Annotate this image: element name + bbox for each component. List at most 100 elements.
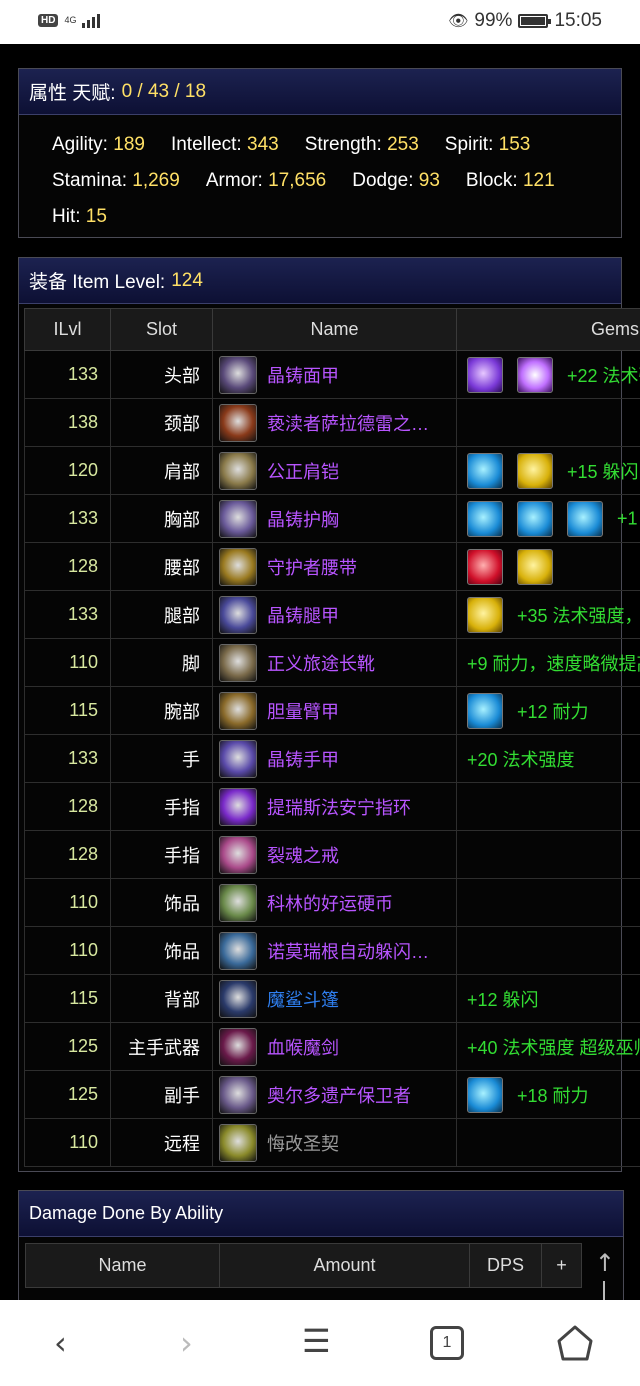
- yellow-gem-icon[interactable]: [467, 596, 503, 633]
- item-name-link[interactable]: 诺莫瑞根自动躲闪…: [267, 938, 429, 964]
- item-slot: 胸部: [110, 494, 213, 543]
- stat-value: 17,656: [268, 170, 327, 191]
- item-gems-cell: [456, 926, 640, 975]
- home-icon[interactable]: [556, 1324, 594, 1362]
- attributes-panel: 属性 天赋: 0 / 43 / 18 Agility: 189 Intellect…: [18, 68, 622, 238]
- equipment-row: 110 饰品 科林的好运硬币: [24, 878, 640, 927]
- item-name-link[interactable]: 血喉魔剑: [267, 1034, 339, 1060]
- item-name-link[interactable]: 奥尔多遗产保卫者: [267, 1082, 411, 1108]
- attributes-header: 属性 天赋: 0 / 43 / 18: [19, 69, 621, 115]
- stat-label: Agility:: [52, 134, 108, 155]
- item-name-cell: 晶铸护胸: [212, 494, 457, 543]
- column-header-ability-name[interactable]: Name: [25, 1243, 220, 1288]
- gem-enchant-text: +18 耐力: [517, 1085, 589, 1106]
- item-icon[interactable]: [219, 355, 257, 394]
- item-gems-cell: +9 耐力，速度略微提高: [456, 638, 640, 687]
- menu-icon[interactable]: ☰: [302, 1322, 331, 1360]
- red-gem-icon[interactable]: [467, 548, 503, 585]
- network-type: 4G: [64, 14, 77, 25]
- item-name-link[interactable]: 晶铸腿甲: [267, 602, 339, 628]
- equipment-table-scroll[interactable]: ILvl Slot Name Gems, Relic 133头部晶铸面甲+22 …: [24, 308, 640, 1167]
- item-icon[interactable]: [219, 1027, 257, 1066]
- item-name-cell: 诺莫瑞根自动躲闪…: [212, 926, 457, 975]
- item-name-cell: 公正肩铠: [212, 446, 457, 495]
- column-header-dps[interactable]: DPS: [469, 1243, 542, 1288]
- equipment-row: 133腿部 晶铸腿甲 +35 法术强度，+2: [24, 590, 640, 639]
- yellow-gem-icon[interactable]: [517, 452, 553, 489]
- blue-gem-icon[interactable]: [467, 500, 503, 537]
- item-icon[interactable]: [219, 835, 257, 874]
- stat-item: Armor: 17,656: [206, 163, 326, 199]
- tabs-button[interactable]: 1: [430, 1326, 464, 1360]
- item-name-cell: 晶铸腿甲: [212, 590, 457, 639]
- blue-gem-icon[interactable]: [567, 500, 603, 537]
- item-icon[interactable]: [219, 931, 257, 970]
- item-gems-cell: +18 耐力: [456, 1070, 640, 1119]
- eye-comfort-icon: 👁: [448, 13, 469, 30]
- item-name-link[interactable]: 胆量臂甲: [267, 698, 339, 724]
- item-slot: 腕部: [110, 686, 213, 735]
- item-name-link[interactable]: 魔鲨斗篷: [267, 986, 339, 1012]
- battery-percent: 99%: [474, 10, 513, 31]
- item-name-cell: 守护者腰带: [212, 542, 457, 591]
- column-header-name[interactable]: Name: [212, 308, 457, 351]
- item-icon[interactable]: [219, 1075, 257, 1114]
- gem-enchant-text: +12 躲闪: [467, 989, 539, 1010]
- item-icon[interactable]: [219, 739, 257, 778]
- item-name-link[interactable]: 晶铸面甲: [267, 362, 339, 388]
- item-name-link[interactable]: 晶铸护胸: [267, 506, 339, 532]
- equipment-row: 115 腕部 胆量臂甲 +12 耐力: [24, 686, 640, 735]
- blue-gem-icon[interactable]: [517, 500, 553, 537]
- item-icon[interactable]: [219, 883, 257, 922]
- item-slot: 副手: [110, 1070, 213, 1119]
- item-icon[interactable]: [219, 547, 257, 586]
- scroll-top-icon[interactable]: ↑: [595, 1249, 615, 1277]
- forward-icon[interactable]: ›: [180, 1324, 193, 1362]
- column-header-slot[interactable]: Slot: [110, 308, 213, 351]
- item-name-link[interactable]: 正义旅途长靴: [267, 650, 375, 676]
- equipment-table: ILvl Slot Name Gems, Relic 133头部晶铸面甲+22 …: [24, 308, 640, 1167]
- item-name-link[interactable]: 公正肩铠: [267, 458, 339, 484]
- yellow-gem-icon[interactable]: [517, 548, 553, 585]
- blue-gem-icon[interactable]: [467, 452, 503, 489]
- item-name-link[interactable]: 亵渎者萨拉德雷之…: [267, 410, 429, 436]
- item-ilvl: 128: [24, 830, 111, 879]
- item-icon[interactable]: [219, 691, 257, 730]
- equipment-row: 125主手武器 血喉魔剑 +40 法术强度 超级巫师之油: [24, 1022, 640, 1071]
- gem-enchant-text: +1: [617, 508, 638, 528]
- item-name-link[interactable]: 悔改圣契: [267, 1130, 339, 1156]
- meta-gem-icon[interactable]: [517, 356, 553, 393]
- item-icon[interactable]: [219, 787, 257, 826]
- stat-value: 189: [113, 134, 145, 155]
- column-header-amount[interactable]: Amount: [219, 1243, 470, 1288]
- back-icon[interactable]: ‹: [54, 1324, 67, 1362]
- item-icon[interactable]: [219, 1123, 257, 1162]
- equipment-row: 125 副手 奥尔多遗产保卫者 +18 耐力: [24, 1070, 640, 1119]
- column-header-gems[interactable]: Gems, Relic: [456, 308, 640, 351]
- damage-panel: Damage Done By Ability Name Amount DPS +…: [18, 1190, 624, 1311]
- item-name-link[interactable]: 晶铸手甲: [267, 746, 339, 772]
- gem-enchant-text: +20 法术强度: [467, 749, 575, 770]
- expand-button[interactable]: +: [541, 1243, 582, 1288]
- column-header-ilvl[interactable]: ILvl: [24, 308, 111, 351]
- stats-list: Agility: 189 Intellect: 343 Strength: 253 S…: [19, 115, 621, 235]
- item-icon[interactable]: [219, 451, 257, 490]
- item-icon[interactable]: [219, 643, 257, 682]
- item-icon[interactable]: [219, 499, 257, 538]
- item-icon[interactable]: [219, 979, 257, 1018]
- item-ilvl: 110: [24, 926, 111, 975]
- clock: 15:05: [554, 10, 602, 31]
- blue-gem-icon[interactable]: [467, 1076, 503, 1113]
- item-name-link[interactable]: 提瑞斯法安宁指环: [267, 794, 411, 820]
- purple-gem-icon[interactable]: [467, 356, 503, 393]
- stat-value: 153: [498, 134, 531, 155]
- stat-label: Strength:: [304, 134, 382, 155]
- item-icon[interactable]: [219, 595, 257, 634]
- item-icon[interactable]: [219, 403, 257, 442]
- item-name-link[interactable]: 守护者腰带: [267, 554, 357, 580]
- blue-gem-icon[interactable]: [467, 692, 503, 729]
- item-name-link[interactable]: 裂魂之戒: [267, 842, 339, 868]
- stat-label: Block:: [465, 170, 518, 191]
- item-gems-cell: +20 法术强度: [456, 734, 640, 783]
- item-name-link[interactable]: 科林的好运硬币: [267, 890, 393, 916]
